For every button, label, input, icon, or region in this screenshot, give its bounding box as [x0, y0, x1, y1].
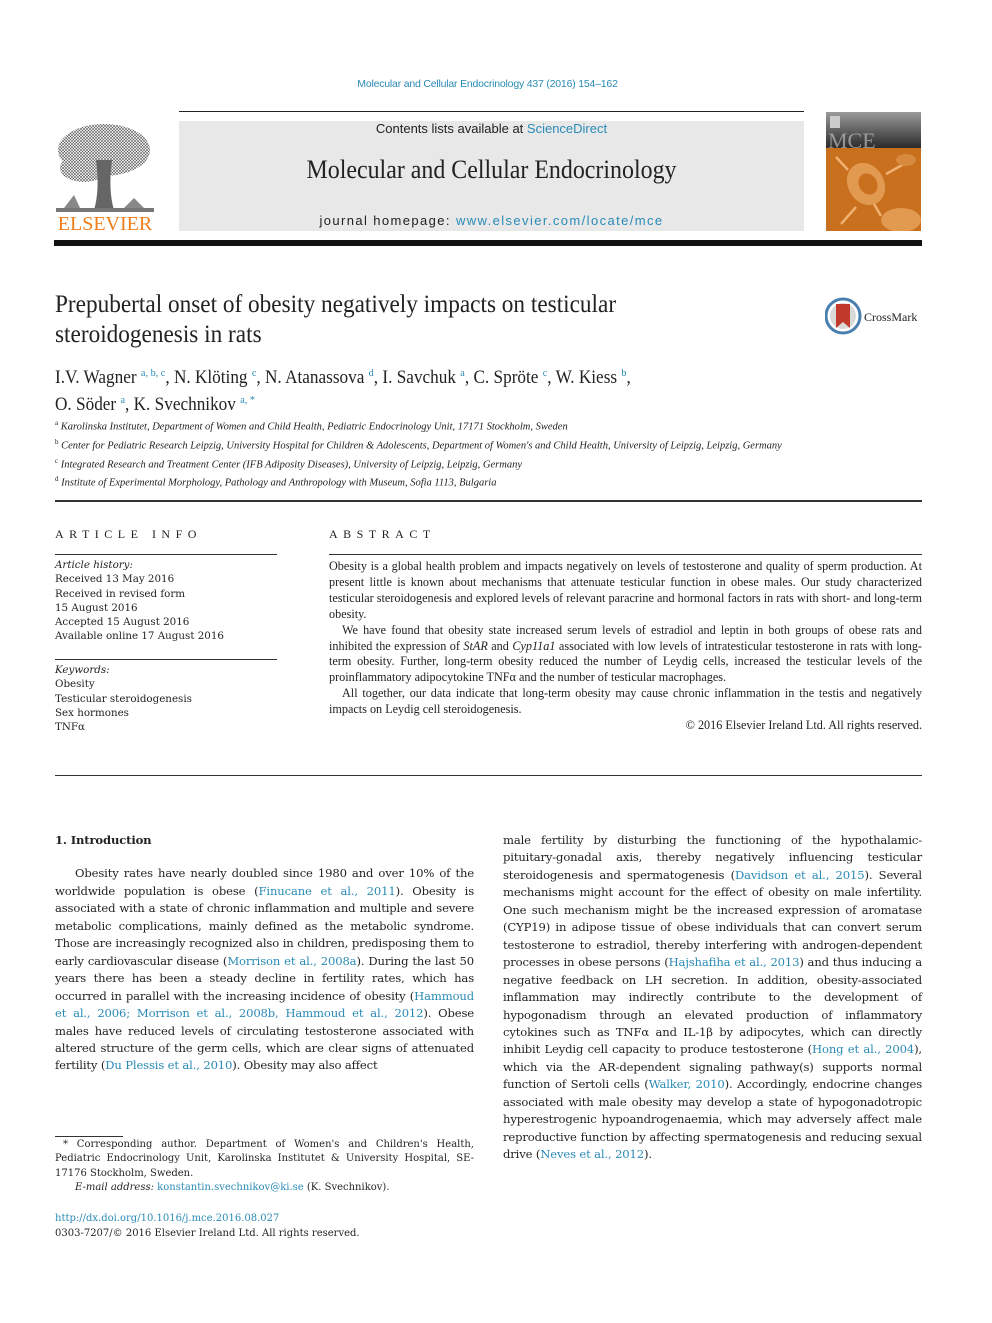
author[interactable]: N. Atanassova d	[265, 367, 374, 388]
section-heading: 1. Introduction	[55, 833, 152, 847]
affiliation: b Center for Pediatric Research Leipzig,…	[55, 437, 782, 452]
citation-link[interactable]: Neves et al., 2012	[540, 1147, 644, 1161]
email-link[interactable]: konstantin.svechnikov@ki.se	[157, 1182, 304, 1193]
body-column-right: male fertility by disturbing the functio…	[503, 832, 922, 1164]
doi-link[interactable]: http://dx.doi.org/10.1016/j.mce.2016.08.…	[55, 1213, 279, 1224]
citation-link[interactable]: Hammoud et al., 2006; Morrison et al., 2…	[55, 989, 474, 1020]
journal-title: Molecular and Cellular Endocrinology	[306, 155, 677, 184]
body-paragraph: male fertility by disturbing the functio…	[503, 833, 922, 1162]
keyword: Sex hormones	[55, 706, 129, 719]
crossmark-icon	[824, 297, 862, 335]
body-paragraph: Obesity rates have nearly doubled since …	[55, 866, 474, 1073]
doi-block: http://dx.doi.org/10.1016/j.mce.2016.08.…	[55, 1211, 475, 1241]
author[interactable]: K. Svechnikov a, *	[134, 394, 255, 415]
article-history: Article history: Received 13 May 2016 Re…	[55, 558, 277, 644]
running-head[interactable]: Molecular and Cellular Endocrinology 437…	[0, 78, 975, 90]
journal-cover[interactable]: MCE	[826, 112, 921, 232]
crossmark-label: CrossMark	[864, 310, 917, 324]
elsevier-wordmark: ELSEVIER	[58, 213, 153, 232]
divider	[55, 554, 277, 555]
body-column-left: 1. Introduction Obesity rates have nearl…	[55, 832, 474, 1075]
citation-link[interactable]: Walker, 2010	[649, 1077, 725, 1091]
contents-prefix: Contents lists available at	[375, 121, 527, 136]
history-item: 15 August 2016	[55, 601, 138, 614]
keyword: Testicular steroidogenesis	[55, 692, 192, 705]
keywords-label: Keywords:	[55, 664, 110, 676]
elsevier-tree-icon: ELSEVIER	[56, 124, 154, 235]
affiliation: c Integrated Research and Treatment Cent…	[55, 456, 522, 471]
author-list: I.V. Wagner a, b, c, N. Klöting c, N. At…	[55, 367, 631, 416]
elsevier-logo[interactable]: ELSEVIER	[54, 120, 156, 235]
email-suffix: (K. Svechnikov).	[303, 1181, 390, 1193]
footnote: * Corresponding author. Department of Wo…	[55, 1138, 474, 1195]
contents-line: Contents lists available at ScienceDirec…	[179, 121, 804, 136]
journal-cover-image: MCE	[826, 112, 921, 232]
history-label: Article history:	[55, 559, 133, 571]
history-item: Received in revised form	[55, 587, 186, 600]
article-title: Prepubertal onset of obesity negatively …	[55, 291, 617, 348]
citation-link[interactable]: Davidson et al., 2015	[735, 868, 865, 882]
cover-mce-label: MCE	[828, 128, 876, 153]
author[interactable]: O. Söder a	[55, 394, 125, 415]
author[interactable]: C. Spröte c	[473, 367, 547, 388]
citation-link[interactable]: Du Plessis et al., 2010	[105, 1058, 232, 1072]
keywords: Keywords: Obesity Testicular steroidogen…	[55, 663, 277, 734]
header-rule	[54, 240, 922, 246]
article-info-heading: ARTICLE INFO	[55, 527, 202, 541]
abstract-body: Obesity is a global health problem and i…	[329, 559, 922, 734]
author[interactable]: I.V. Wagner a, b, c	[55, 367, 165, 388]
history-item: Available online 17 August 2016	[55, 630, 224, 643]
homepage-line: journal homepage: www.elsevier.com/locat…	[179, 213, 804, 228]
homepage-prefix: journal homepage:	[319, 213, 456, 228]
divider	[55, 775, 922, 776]
issn-copyright: 0303-7207/© 2016 Elsevier Ireland Ltd. A…	[55, 1228, 360, 1239]
keyword: TNFα	[55, 721, 85, 734]
history-item: Received 13 May 2016	[55, 573, 175, 586]
divider	[179, 111, 804, 112]
divider	[55, 659, 277, 660]
affiliation: a Karolinska Institutet, Department of W…	[55, 419, 568, 433]
affiliation: d Institute of Experimental Morphology, …	[55, 475, 497, 489]
abstract-paragraph: We have found that obesity state increas…	[329, 622, 922, 685]
author[interactable]: I. Savchuk a	[382, 367, 464, 388]
divider	[329, 554, 922, 555]
abstract-heading: ABSTRACT	[329, 527, 436, 541]
author[interactable]: W. Kiess b	[556, 367, 627, 388]
citation-link[interactable]: Hong et al., 2004	[812, 1042, 914, 1056]
keyword: Obesity	[55, 678, 95, 691]
homepage-link[interactable]: www.elsevier.com/locate/mce	[456, 213, 664, 228]
citation-link[interactable]: Hajshafiha et al., 2013	[669, 955, 800, 969]
email-label: E-mail address:	[75, 1181, 158, 1193]
abstract-paragraph: All together, our data indicate that lon…	[329, 686, 922, 717]
corresponding-author-note: * Corresponding author. Department of Wo…	[55, 1139, 474, 1179]
author[interactable]: N. Klöting c	[174, 367, 256, 388]
citation-link[interactable]: Finucane et al., 2011	[259, 884, 396, 898]
affiliations: a Karolinska Institutet, Department of W…	[55, 416, 815, 491]
citation-link[interactable]: Morrison et al., 2008a	[227, 954, 356, 968]
abstract-paragraph: Obesity is a global health problem and i…	[329, 559, 922, 621]
crossmark-badge[interactable]: CrossMark	[824, 296, 925, 336]
footnote-rule	[55, 1136, 123, 1137]
history-item: Accepted 15 August 2016	[55, 616, 190, 629]
abstract-copyright: © 2016 Elsevier Ireland Ltd. All rights …	[685, 718, 922, 733]
sciencedirect-link[interactable]: ScienceDirect	[527, 121, 607, 136]
divider	[55, 500, 922, 502]
